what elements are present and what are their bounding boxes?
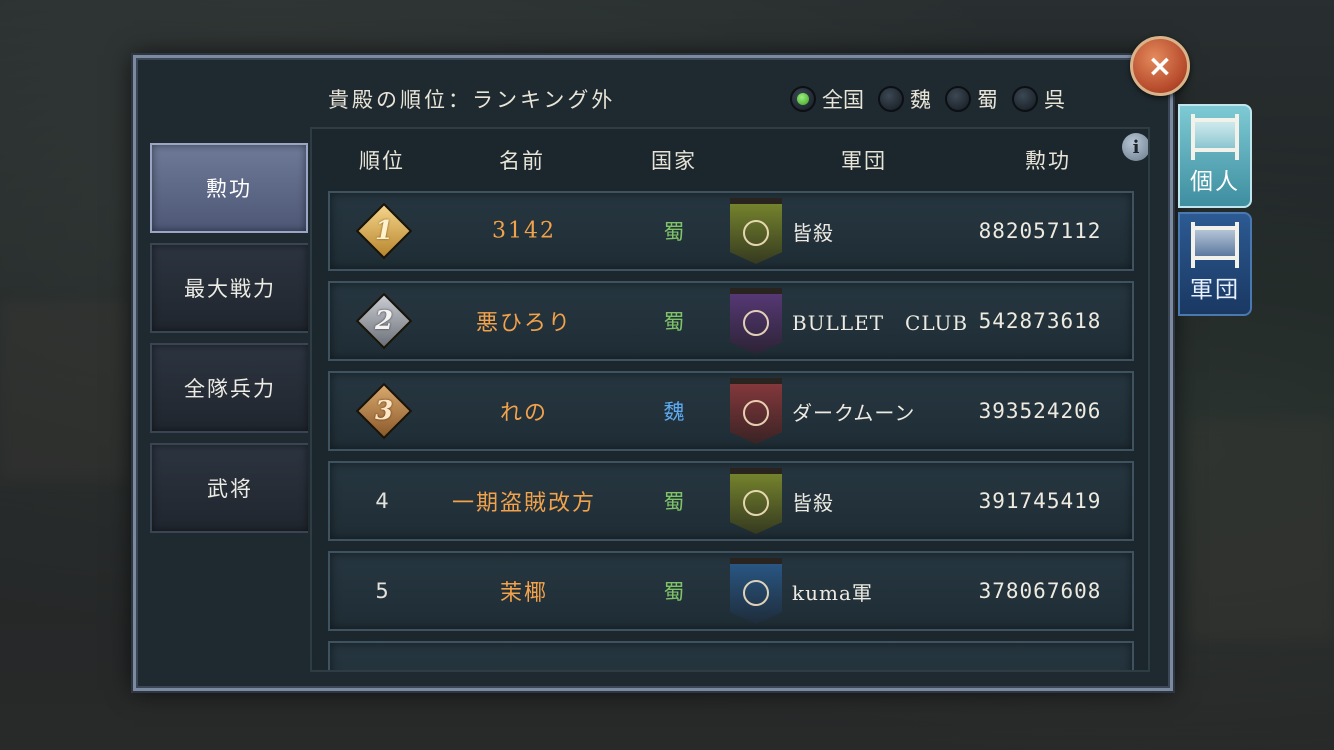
player-name[interactable]: 一期盗賊改方 (452, 485, 596, 517)
info-icon-glyph: i (1132, 136, 1140, 158)
radio-icon (878, 86, 904, 112)
close-button[interactable]: × (1130, 36, 1190, 96)
column-country: 国家 (651, 149, 697, 173)
close-icon: × (1147, 48, 1173, 84)
guild-cell[interactable]: 皆殺 (730, 463, 834, 539)
scope-tabs: 個人 軍団 (1178, 104, 1252, 316)
category-tabs: 勲功 最大戦力 全隊兵力 武将 (150, 143, 310, 543)
tab-legion[interactable]: 軍団 (1178, 212, 1252, 316)
region-option-wei[interactable]: 魏 (878, 84, 931, 114)
table-row[interactable]: 5 茉椰 蜀 kuma軍 378067608 (328, 551, 1134, 631)
guild-banner-icon (730, 378, 782, 444)
tab-total-troops[interactable]: 全隊兵力 (150, 343, 308, 433)
guild-cell[interactable]: kuma軍 (730, 553, 873, 629)
guild-name: ダークムーン (792, 400, 916, 425)
guild-name: 皆殺 (792, 490, 834, 515)
country-label: 魏 (663, 400, 685, 424)
player-name[interactable]: 悪ひろり (476, 305, 572, 337)
guild-banner-icon (730, 288, 782, 354)
region-label: 魏 (910, 88, 931, 112)
region-label: 全国 (822, 88, 864, 112)
region-option-shu[interactable]: 蜀 (945, 84, 998, 114)
column-merit: 勲功 (1025, 149, 1071, 173)
tab-label: 個人 (1190, 169, 1240, 195)
guild-cell[interactable]: BULLET CLUB (730, 283, 968, 359)
country-label: 蜀 (663, 310, 685, 334)
tab-label: 全隊兵力 (184, 377, 276, 401)
guild-emblem-icon (743, 580, 769, 606)
table-row-partial[interactable] (328, 641, 1134, 670)
info-icon[interactable]: i (1122, 133, 1148, 161)
player-name[interactable]: 3142 (492, 219, 556, 244)
merit-value: 378067608 (978, 579, 1102, 603)
tab-label: 武将 (207, 477, 253, 501)
guild-name: 皆殺 (792, 220, 834, 245)
guild-name: kuma軍 (792, 580, 873, 605)
merit-value: 391745419 (978, 489, 1102, 513)
guild-banner-icon (730, 198, 782, 264)
scroll-icon (1191, 114, 1239, 160)
radio-icon (945, 86, 971, 112)
column-rank: 順位 (359, 149, 405, 173)
radio-selected-icon (790, 86, 816, 112)
guild-emblem-icon (743, 490, 769, 516)
rank-number: 4 (375, 489, 389, 513)
player-name[interactable]: 茉椰 (500, 575, 548, 607)
region-label: 呉 (1044, 88, 1065, 112)
rank-number: 5 (375, 579, 389, 603)
region-filter: 全国 魏 蜀 呉 (790, 84, 1079, 114)
country-label: 蜀 (663, 220, 685, 244)
rank-number: 2 (374, 306, 394, 336)
guild-emblem-icon (743, 400, 769, 426)
guild-cell[interactable]: ダークムーン (730, 373, 915, 449)
table-row[interactable]: 4 一期盗賊改方 蜀 皆殺 391745419 (328, 461, 1134, 541)
guild-cell[interactable]: 皆殺 (730, 193, 834, 269)
guild-emblem-icon (743, 310, 769, 336)
column-guild: 軍団 (841, 149, 887, 173)
table-header: 順位 名前 国家 軍団 勲功 i (312, 129, 1148, 187)
country-label: 蜀 (663, 580, 685, 604)
rank-number: 3 (374, 396, 394, 426)
tab-label: 勲功 (206, 177, 252, 201)
rank-medal-icon: 1 (355, 202, 413, 260)
player-rank-status: 貴殿の順位：ランキング外 (328, 88, 616, 112)
radio-icon (1012, 86, 1038, 112)
scroll-icon (1191, 222, 1239, 268)
merit-value: 542873618 (978, 309, 1102, 333)
table-row[interactable]: 2 悪ひろり 蜀 BULLET CLUB 542873618 (328, 281, 1134, 361)
region-label: 蜀 (977, 88, 998, 112)
table-row[interactable]: 3 れの 魏 ダークムーン 393524206 (328, 371, 1134, 451)
tab-label: 軍団 (1190, 277, 1240, 303)
region-option-all[interactable]: 全国 (790, 84, 864, 114)
player-name[interactable]: れの (500, 395, 548, 427)
tab-label: 最大戦力 (184, 277, 276, 301)
rank-number: 1 (374, 216, 394, 246)
tab-max-power[interactable]: 最大戦力 (150, 243, 308, 333)
guild-banner-icon (730, 468, 782, 534)
guild-emblem-icon (743, 220, 769, 246)
tab-merit[interactable]: 勲功 (150, 143, 308, 233)
guild-banner-icon (730, 558, 782, 624)
tab-generals[interactable]: 武将 (150, 443, 308, 533)
merit-value: 882057112 (978, 219, 1102, 243)
rank-medal-icon: 2 (355, 292, 413, 350)
tab-individual[interactable]: 個人 (1178, 104, 1252, 208)
region-option-wu[interactable]: 呉 (1012, 84, 1065, 114)
guild-name: BULLET CLUB (792, 310, 969, 335)
ranking-table[interactable]: 順位 名前 国家 軍団 勲功 i 1 3142 蜀皆殺 882057112 2 悪ひろり蜀… (310, 127, 1150, 672)
table-row[interactable]: 1 3142 蜀 皆殺 882057112 (328, 191, 1134, 271)
column-name: 名前 (499, 149, 545, 173)
merit-value: 393524206 (978, 399, 1102, 423)
rank-medal-icon: 3 (355, 382, 413, 440)
country-label: 蜀 (663, 490, 685, 514)
